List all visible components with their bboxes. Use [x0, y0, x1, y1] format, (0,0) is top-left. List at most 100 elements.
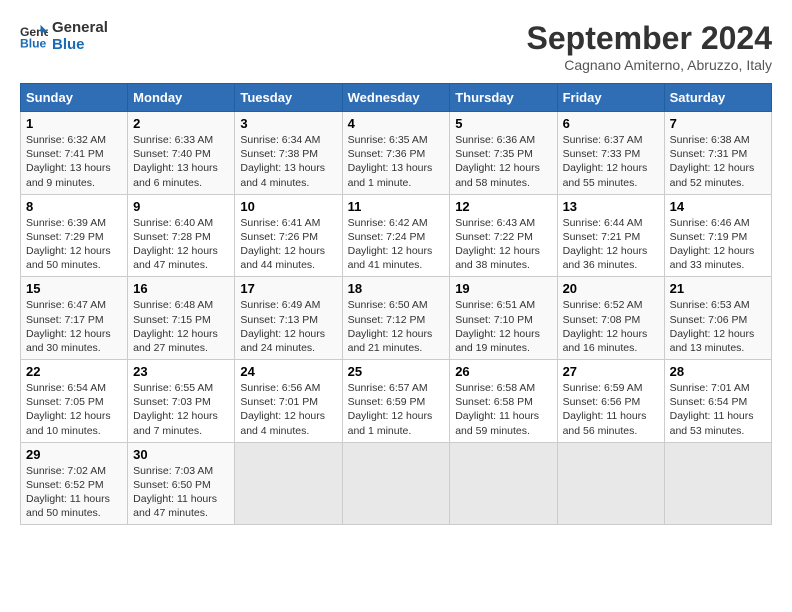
day-info: Sunrise: 6:43 AM Sunset: 7:22 PM Dayligh…: [455, 216, 551, 273]
day-number: 28: [670, 364, 766, 379]
day-info: Sunrise: 7:01 AM Sunset: 6:54 PM Dayligh…: [670, 381, 766, 438]
day-info: Sunrise: 6:50 AM Sunset: 7:12 PM Dayligh…: [348, 298, 445, 355]
column-header-saturday: Saturday: [664, 84, 771, 112]
calendar-cell: 9Sunrise: 6:40 AM Sunset: 7:28 PM Daylig…: [128, 194, 235, 277]
calendar-cell: 17 Sunrise: 6:49 AM Sunset: 7:13 PM Dayli…: [235, 277, 342, 360]
calendar-cell: 8 Sunrise: 6:39 AM Sunset: 7:29 PM Daylig…: [21, 194, 128, 277]
day-number: 12: [455, 199, 551, 214]
day-info: Sunrise: 6:49 AM Sunset: 7:13 PM Dayligh…: [240, 298, 336, 355]
calendar-cell: 22Sunrise: 6:54 AM Sunset: 7:05 PM Dayli…: [21, 360, 128, 443]
calendar-cell: 5Sunrise: 6:36 AM Sunset: 7:35 PM Daylig…: [450, 112, 557, 195]
day-number: 6: [563, 116, 659, 131]
calendar-cell: 19Sunrise: 6:51 AM Sunset: 7:10 PM Dayli…: [450, 277, 557, 360]
logo-line1: General: [52, 20, 108, 37]
column-header-tuesday: Tuesday: [235, 84, 342, 112]
calendar-cell: 12 Sunrise: 6:43 AM Sunset: 7:22 PM Dayli…: [450, 194, 557, 277]
calendar-cell: 27 Sunrise: 6:59 AM Sunset: 6:56 PM Dayli…: [557, 360, 664, 443]
calendar-cell: 18 Sunrise: 6:50 AM Sunset: 7:12 PM Dayli…: [342, 277, 450, 360]
calendar-cell: [664, 442, 771, 525]
day-number: 22: [26, 364, 122, 379]
day-info: Sunrise: 6:39 AM Sunset: 7:29 PM Dayligh…: [26, 216, 122, 273]
calendar-cell: 11 Sunrise: 6:42 AM Sunset: 7:24 PM Dayli…: [342, 194, 450, 277]
calendar-body: 1 Sunrise: 6:32 AM Sunset: 7:41 PM Daylig…: [21, 112, 772, 525]
day-info: Sunrise: 6:44 AM Sunset: 7:21 PM Dayligh…: [563, 216, 659, 273]
day-number: 17: [240, 281, 336, 296]
day-info: Sunrise: 7:02 AM Sunset: 6:52 PM Dayligh…: [26, 464, 122, 521]
day-number: 16: [133, 281, 229, 296]
calendar-cell: 21 Sunrise: 6:53 AM Sunset: 7:06 PM Dayli…: [664, 277, 771, 360]
day-number: 1: [26, 116, 122, 131]
column-header-sunday: Sunday: [21, 84, 128, 112]
day-number: 13: [563, 199, 659, 214]
day-number: 27: [563, 364, 659, 379]
day-info: Sunrise: 6:40 AM Sunset: 7:28 PM Dayligh…: [133, 216, 229, 273]
calendar-cell: 24 Sunrise: 6:56 AM Sunset: 7:01 PM Dayli…: [235, 360, 342, 443]
month-title: September 2024: [527, 20, 772, 57]
column-header-thursday: Thursday: [450, 84, 557, 112]
day-number: 2: [133, 116, 229, 131]
calendar-week-row: 15 Sunrise: 6:47 AM Sunset: 7:17 PM Dayli…: [21, 277, 772, 360]
day-number: 29: [26, 447, 122, 462]
calendar-cell: [557, 442, 664, 525]
day-info: Sunrise: 6:37 AM Sunset: 7:33 PM Dayligh…: [563, 133, 659, 190]
day-info: Sunrise: 6:35 AM Sunset: 7:36 PM Dayligh…: [348, 133, 445, 190]
svg-text:Blue: Blue: [20, 36, 47, 50]
calendar-cell: 13 Sunrise: 6:44 AM Sunset: 7:21 PM Dayli…: [557, 194, 664, 277]
day-number: 14: [670, 199, 766, 214]
calendar-cell: 3 Sunrise: 6:34 AM Sunset: 7:38 PM Daylig…: [235, 112, 342, 195]
day-info: Sunrise: 6:38 AM Sunset: 7:31 PM Dayligh…: [670, 133, 766, 190]
day-info: Sunrise: 6:42 AM Sunset: 7:24 PM Dayligh…: [348, 216, 445, 273]
day-info: Sunrise: 6:48 AM Sunset: 7:15 PM Dayligh…: [133, 298, 229, 355]
calendar-week-row: 22Sunrise: 6:54 AM Sunset: 7:05 PM Dayli…: [21, 360, 772, 443]
day-info: Sunrise: 6:33 AM Sunset: 7:40 PM Dayligh…: [133, 133, 229, 190]
calendar-cell: 23 Sunrise: 6:55 AM Sunset: 7:03 PM Dayli…: [128, 360, 235, 443]
calendar-cell: 30 Sunrise: 7:03 AM Sunset: 6:50 PM Dayli…: [128, 442, 235, 525]
day-number: 3: [240, 116, 336, 131]
day-info: Sunrise: 6:55 AM Sunset: 7:03 PM Dayligh…: [133, 381, 229, 438]
day-info: Sunrise: 6:58 AM Sunset: 6:58 PM Dayligh…: [455, 381, 551, 438]
day-number: 25: [348, 364, 445, 379]
day-number: 30: [133, 447, 229, 462]
calendar-cell: 28 Sunrise: 7:01 AM Sunset: 6:54 PM Dayli…: [664, 360, 771, 443]
day-number: 26: [455, 364, 551, 379]
calendar-cell: 20 Sunrise: 6:52 AM Sunset: 7:08 PM Dayli…: [557, 277, 664, 360]
day-number: 19: [455, 281, 551, 296]
logo-line2: Blue: [52, 37, 108, 54]
calendar-cell: 4Sunrise: 6:35 AM Sunset: 7:36 PM Daylig…: [342, 112, 450, 195]
title-area: September 2024 Cagnano Amiterno, Abruzzo…: [527, 20, 772, 73]
day-number: 23: [133, 364, 229, 379]
day-number: 24: [240, 364, 336, 379]
day-info: Sunrise: 6:41 AM Sunset: 7:26 PM Dayligh…: [240, 216, 336, 273]
day-number: 15: [26, 281, 122, 296]
day-number: 18: [348, 281, 445, 296]
day-info: Sunrise: 7:03 AM Sunset: 6:50 PM Dayligh…: [133, 464, 229, 521]
day-number: 21: [670, 281, 766, 296]
day-number: 8: [26, 199, 122, 214]
header: General Blue General Blue September 2024…: [20, 20, 772, 73]
day-info: Sunrise: 6:36 AM Sunset: 7:35 PM Dayligh…: [455, 133, 551, 190]
day-info: Sunrise: 6:47 AM Sunset: 7:17 PM Dayligh…: [26, 298, 122, 355]
day-info: Sunrise: 6:57 AM Sunset: 6:59 PM Dayligh…: [348, 381, 445, 438]
calendar-table: SundayMondayTuesdayWednesdayThursdayFrid…: [20, 83, 772, 525]
calendar-cell: [342, 442, 450, 525]
calendar-cell: [235, 442, 342, 525]
logo: General Blue General Blue: [20, 20, 108, 53]
day-number: 10: [240, 199, 336, 214]
calendar-header-row: SundayMondayTuesdayWednesdayThursdayFrid…: [21, 84, 772, 112]
calendar-cell: [450, 442, 557, 525]
day-info: Sunrise: 6:59 AM Sunset: 6:56 PM Dayligh…: [563, 381, 659, 438]
logo-icon: General Blue: [20, 23, 48, 51]
day-info: Sunrise: 6:52 AM Sunset: 7:08 PM Dayligh…: [563, 298, 659, 355]
day-number: 7: [670, 116, 766, 131]
calendar-cell: 29 Sunrise: 7:02 AM Sunset: 6:52 PM Dayli…: [21, 442, 128, 525]
day-info: Sunrise: 6:32 AM Sunset: 7:41 PM Dayligh…: [26, 133, 122, 190]
day-number: 20: [563, 281, 659, 296]
day-info: Sunrise: 6:46 AM Sunset: 7:19 PM Dayligh…: [670, 216, 766, 273]
day-info: Sunrise: 6:53 AM Sunset: 7:06 PM Dayligh…: [670, 298, 766, 355]
calendar-cell: 26 Sunrise: 6:58 AM Sunset: 6:58 PM Dayli…: [450, 360, 557, 443]
day-number: 11: [348, 199, 445, 214]
calendar-cell: 25 Sunrise: 6:57 AM Sunset: 6:59 PM Dayli…: [342, 360, 450, 443]
day-info: Sunrise: 6:56 AM Sunset: 7:01 PM Dayligh…: [240, 381, 336, 438]
calendar-cell: 2 Sunrise: 6:33 AM Sunset: 7:40 PM Daylig…: [128, 112, 235, 195]
day-info: Sunrise: 6:34 AM Sunset: 7:38 PM Dayligh…: [240, 133, 336, 190]
